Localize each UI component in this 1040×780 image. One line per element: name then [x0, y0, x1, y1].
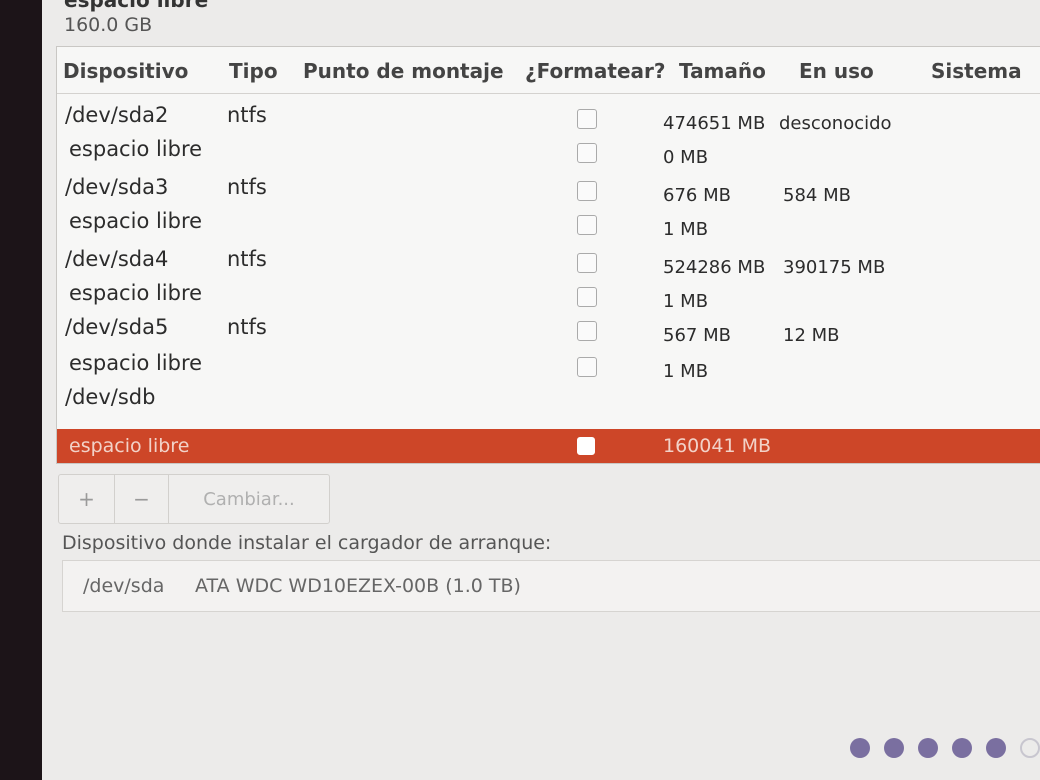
format-checkbox[interactable]: [577, 181, 597, 201]
device-cell: espacio libre: [69, 209, 203, 233]
format-checkbox[interactable]: [577, 109, 597, 129]
column-header-used[interactable]: En uso: [799, 59, 874, 83]
remove-partition-button[interactable]: −: [115, 475, 169, 523]
table-row[interactable]: /dev/sda2 ntfs 474651 MB desconocido: [57, 99, 1040, 134]
bootloader-device-select[interactable]: /dev/sda ATA WDC WD10EZEX-00B (1.0 TB): [62, 560, 1040, 612]
table-header: Dispositivo Tipo Punto de montaje ¿Forma…: [57, 47, 1040, 94]
column-header-format[interactable]: ¿Formatear?: [525, 59, 665, 83]
size-cell: 567 MB: [663, 325, 731, 346]
size-cell: 160041 MB: [663, 435, 771, 457]
type-cell: ntfs: [227, 103, 267, 127]
type-cell: ntfs: [227, 315, 267, 339]
device-cell: /dev/sdb: [65, 385, 156, 409]
table-row[interactable]: /dev/sda4 ntfs 524286 MB 390175 MB: [57, 243, 1040, 278]
size-cell: 676 MB: [663, 185, 731, 206]
change-button-label: Cambiar...: [203, 488, 295, 510]
device-cell: espacio libre: [69, 281, 203, 305]
device-cell: /dev/sda2: [65, 103, 169, 127]
device-cell: /dev/sda5: [65, 315, 169, 339]
progress-dot-completed: [918, 738, 938, 758]
selected-partition-size: 160.0 GB: [64, 14, 153, 36]
column-header-mount[interactable]: Punto de montaje: [303, 59, 504, 83]
device-cell: /dev/sda4: [65, 247, 169, 271]
type-cell: ntfs: [227, 175, 267, 199]
size-cell: 1 MB: [663, 361, 709, 382]
used-cell: 390175 MB: [783, 257, 886, 278]
progress-dot-completed: [986, 738, 1006, 758]
device-cell: espacio libre: [69, 137, 203, 161]
table-row[interactable]: espacio libre 0 MB: [57, 133, 1040, 168]
size-cell: 1 MB: [663, 219, 709, 240]
device-cell: /dev/sda3: [65, 175, 169, 199]
table-row[interactable]: espacio libre 1 MB: [57, 205, 1040, 240]
change-partition-button[interactable]: Cambiar...: [169, 475, 329, 523]
selected-partition-label: espacio libre: [64, 0, 209, 12]
progress-dot-completed: [884, 738, 904, 758]
type-cell: ntfs: [227, 247, 267, 271]
format-checkbox[interactable]: [577, 143, 597, 163]
size-cell: 0 MB: [663, 147, 709, 168]
format-checkbox[interactable]: [577, 321, 597, 341]
bootloader-device-description: ATA WDC WD10EZEX-00B (1.0 TB): [195, 575, 521, 597]
progress-dot-completed: [850, 738, 870, 758]
table-row[interactable]: espacio libre 1 MB: [57, 347, 1040, 382]
table-row[interactable]: espacio libre 160041 MB: [57, 429, 1040, 463]
column-header-size[interactable]: Tamaño: [679, 59, 766, 83]
table-row[interactable]: /dev/sdb: [57, 381, 1040, 415]
table-row[interactable]: /dev/sda3 ntfs 676 MB 584 MB: [57, 171, 1040, 206]
size-cell: 524286 MB: [663, 257, 766, 278]
column-header-type[interactable]: Tipo: [229, 59, 278, 83]
size-cell: 474651 MB: [663, 113, 766, 134]
device-cell: espacio libre: [69, 435, 190, 457]
column-header-system[interactable]: Sistema: [931, 59, 1022, 83]
table-row[interactable]: /dev/sda5 ntfs 567 MB 12 MB: [57, 311, 1040, 346]
device-cell: espacio libre: [69, 351, 203, 375]
format-checkbox[interactable]: [577, 253, 597, 273]
partition-table: Dispositivo Tipo Punto de montaje ¿Forma…: [56, 46, 1040, 464]
used-cell: 12 MB: [783, 325, 840, 346]
bootloader-device: /dev/sda: [83, 575, 165, 597]
format-checkbox[interactable]: [577, 437, 595, 455]
format-checkbox[interactable]: [577, 215, 597, 235]
format-checkbox[interactable]: [577, 357, 597, 377]
progress-dot-completed: [952, 738, 972, 758]
size-cell: 1 MB: [663, 291, 709, 312]
column-header-device[interactable]: Dispositivo: [63, 59, 188, 83]
bootloader-label: Dispositivo donde instalar el cargador d…: [62, 532, 552, 554]
partition-toolbar: + − Cambiar...: [58, 474, 330, 524]
used-cell: 584 MB: [783, 185, 851, 206]
minus-icon: −: [133, 487, 150, 511]
format-checkbox[interactable]: [577, 287, 597, 307]
table-row[interactable]: espacio libre 1 MB: [57, 277, 1040, 312]
installer-window: espacio libre 160.0 GB Dispositivo Tipo …: [42, 0, 1040, 780]
used-cell: desconocido: [779, 113, 892, 134]
progress-dot-pending: [1020, 738, 1040, 758]
